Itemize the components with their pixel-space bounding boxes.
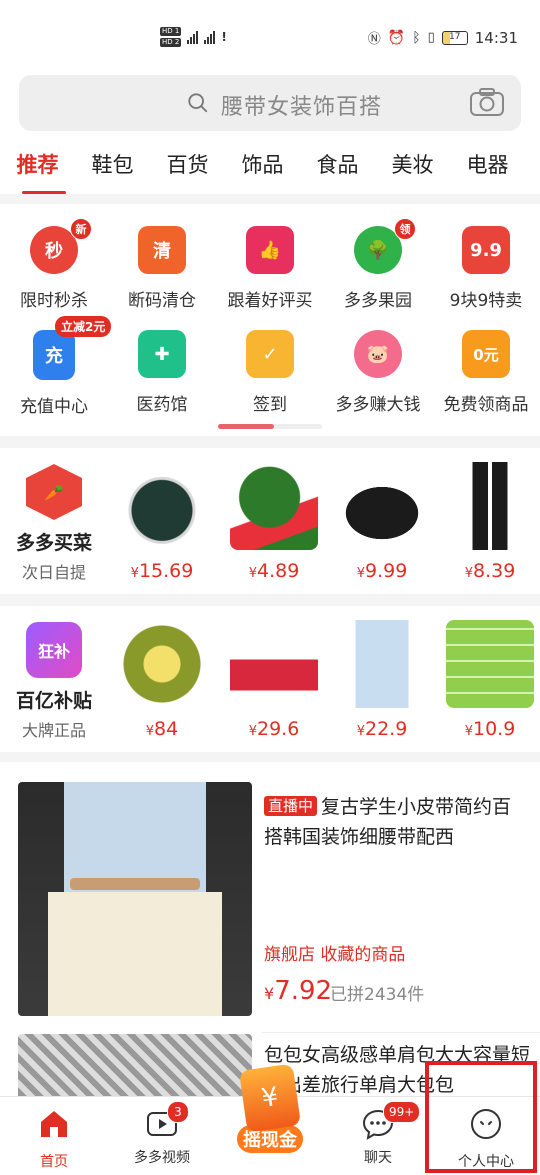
signal-indicators: HD 1 HD 2 ! <box>160 27 227 47</box>
tree-icon: 🌳 领 <box>354 218 416 274</box>
shortcut-orchard[interactable]: 🌳 领 多多果园 <box>324 218 432 311</box>
product-card[interactable]: ¥84 <box>114 620 210 740</box>
chat-count-badge: 99+ <box>383 1101 421 1123</box>
tab-beauty[interactable]: 美妆 <box>375 136 450 194</box>
search-area: 腰带女装饰百搭 <box>0 72 540 136</box>
nav-video[interactable]: 3 多多视频 <box>108 1101 216 1167</box>
tab-food[interactable]: 食品 <box>300 136 375 194</box>
chat-icon: 99+ <box>361 1101 421 1141</box>
tab-appliances[interactable]: 电器 <box>450 136 525 194</box>
product-feed: 直播中 复古学生小皮带简约百搭韩国装饰细腰带配西 旗舰店 收藏的商品 ¥7.92 … <box>0 762 540 1104</box>
signal-icon <box>204 30 216 44</box>
lunch-box-image <box>118 462 206 550</box>
pants-image <box>446 462 534 550</box>
shortcut-pharmacy[interactable]: ✚ 医药馆 <box>108 330 216 415</box>
shortcut-nine-nine[interactable]: 9.9 9块9特卖 <box>432 226 540 311</box>
product-card[interactable]: ¥10.9 <box>442 620 538 740</box>
tab-recommend[interactable]: 推荐 <box>0 136 75 194</box>
feed-item-sold: 已拼2434件 <box>330 985 425 1005</box>
home-icon <box>41 1111 67 1137</box>
alarm-icon: ⏰ <box>387 29 406 46</box>
nav-home[interactable]: 首页 <box>0 1107 108 1171</box>
handbag-image <box>338 462 426 550</box>
alarm-clock-icon: 秒新 <box>30 218 92 274</box>
durian-image <box>118 620 206 708</box>
medicine-box-icon: ✚ <box>138 330 186 378</box>
sports-bra-image <box>230 620 318 708</box>
shortcut-free-goods[interactable]: 0元 免费领商品 <box>432 330 540 415</box>
shortcut-check-in[interactable]: ✓ 签到 <box>216 330 324 415</box>
feed-item-title[interactable]: 直播中 复古学生小皮带简约百搭韩国装饰细腰带配西 <box>264 792 526 852</box>
nine-nine-icon: 9.9 <box>462 226 510 274</box>
bluetooth-icon: ᛒ <box>412 29 421 46</box>
phone-charge-icon: 充立减2元 <box>33 316 112 380</box>
grocery-badge: 🥕 多多买菜 次日自提 <box>10 464 98 583</box>
status-bar: HD 1 HD 2 ! Ⓝ ⏰ ᛒ ▯ 17 14:31 <box>0 0 540 72</box>
grocery-promo[interactable]: 🥕 多多买菜 次日自提 ¥15.69 ¥4.89 ¥9.99 ¥8.39 <box>0 448 540 594</box>
watermelon-image <box>230 462 318 550</box>
profile-icon <box>471 1109 501 1139</box>
shortcut-good-reviews[interactable]: 👍 跟着好评买 <box>216 226 324 311</box>
product-card[interactable]: ¥4.89 <box>226 462 322 582</box>
product-card[interactable]: ¥22.9 <box>334 620 430 740</box>
nav-profile[interactable]: 个人中心 <box>432 1107 540 1171</box>
discount-badge: 立减2元 <box>55 316 112 337</box>
app-screen: HD 1 HD 2 ! Ⓝ ⏰ ᛒ ▯ 17 14:31 腰带女装饰百搭 推荐 鞋… <box>0 0 540 1175</box>
category-tabs: 推荐 鞋包 百货 饰品 食品 美妆 电器 <box>0 136 540 194</box>
video-icon: 3 <box>145 1101 189 1141</box>
bag-product-image[interactable] <box>18 1034 252 1104</box>
product-card[interactable]: ¥29.6 <box>226 620 322 740</box>
subsidy-promo[interactable]: 狂补 百亿补贴 大牌正品 ¥84 ¥29.6 ¥22.9 ¥10.9 <box>0 606 540 752</box>
calendar-check-icon: ✓ <box>246 330 294 378</box>
feed-divider <box>262 1032 540 1033</box>
tab-shoes-bags[interactable]: 鞋包 <box>75 136 150 194</box>
video-count-badge: 3 <box>167 1101 189 1123</box>
shortcut-clearance[interactable]: 清 断码清仓 <box>108 226 216 311</box>
shortcut-recharge[interactable]: 充立减2元 充值中心 <box>0 316 112 417</box>
nfc-icon: Ⓝ <box>367 32 381 47</box>
bottom-navigation: 首页 3 多多视频 ¥ 摇现金 99+ 聊天 个人中心 <box>0 1063 540 1175</box>
shortcut-flash-sale[interactable]: 秒新 限时秒杀 <box>0 218 108 311</box>
grid-page-indicator <box>218 424 322 429</box>
search-icon <box>188 93 208 113</box>
carrot-logo-icon: 🥕 <box>26 464 82 520</box>
cash-icon: ¥ <box>238 1063 302 1133</box>
shortcut-grid: 秒新 限时秒杀 清 断码清仓 👍 跟着好评买 🌳 领 多多果园 9.9 9块9特卖… <box>0 204 540 436</box>
product-card[interactable]: ¥9.99 <box>334 462 430 582</box>
subsidy-logo-icon: 狂补 <box>26 622 82 678</box>
search-placeholder: 腰带女装饰百搭 <box>221 95 383 120</box>
nav-shake-cash[interactable]: ¥ 摇现金 <box>228 1063 312 1153</box>
live-badge: 直播中 <box>264 796 318 816</box>
shopping-bag-icon: 0元 <box>462 330 510 378</box>
vibrate-icon: ▯ <box>427 30 435 45</box>
alert-icon: ! <box>221 30 227 44</box>
clock: 14:31 <box>474 28 518 47</box>
product-card[interactable]: ¥15.69 <box>114 462 210 582</box>
tab-general-goods[interactable]: 百货 <box>150 136 225 194</box>
nav-chat[interactable]: 99+ 聊天 <box>324 1101 432 1167</box>
claim-badge: 领 <box>394 218 416 240</box>
camera-icon[interactable] <box>469 87 505 117</box>
signal-icon <box>187 30 199 44</box>
product-card[interactable]: ¥8.39 <box>442 462 538 582</box>
battery-icon: 17 <box>441 30 468 45</box>
piggy-bank-icon: 🐷 <box>354 330 402 378</box>
sun-jacket-image <box>338 620 426 708</box>
feed-item-price: ¥7.92 <box>264 976 333 1006</box>
feed-item-tags: 旗舰店 收藏的商品 <box>264 945 406 965</box>
thumbs-up-icon: 👍 <box>246 226 294 274</box>
tab-accessories[interactable]: 饰品 <box>225 136 300 194</box>
belt-product-image[interactable] <box>18 782 252 1016</box>
shortcut-earn-money[interactable]: 🐷 多多赚大钱 <box>324 330 432 415</box>
truck-icon: 清 <box>138 226 186 274</box>
new-badge: 新 <box>70 218 92 240</box>
tissue-pack-image <box>446 620 534 708</box>
search-input[interactable]: 腰带女装饰百搭 <box>19 75 521 131</box>
subsidy-badge: 狂补 百亿补贴 大牌正品 <box>10 622 98 741</box>
